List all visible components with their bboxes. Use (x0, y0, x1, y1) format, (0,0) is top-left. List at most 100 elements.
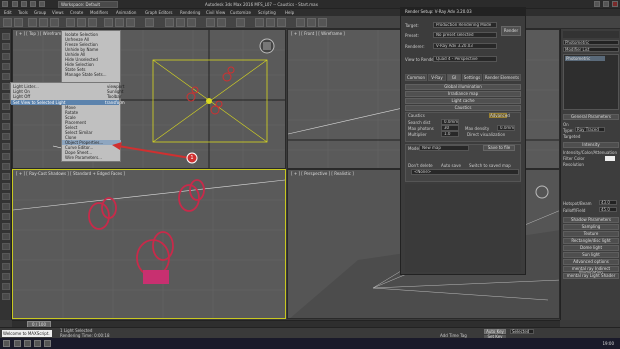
render-icon[interactable] (318, 18, 327, 27)
key-mode-dropdown[interactable]: Selected (510, 329, 534, 334)
tool-icon-18[interactable] (2, 203, 10, 210)
taskbar-app-icon-4[interactable] (44, 340, 51, 347)
dont-delete-checkbox[interactable]: Don't delete (408, 163, 433, 168)
target-dropdown[interactable]: Production Rendering Mode (433, 22, 497, 28)
max-density-input[interactable]: 0.0mm (497, 125, 515, 131)
taskbar-app-icon-1[interactable] (14, 340, 21, 347)
command-tabs[interactable] (563, 31, 619, 38)
modifier-stack[interactable] (563, 54, 619, 110)
rollout-shadow[interactable]: Shadow Parameters (563, 217, 619, 223)
menu-civil-view[interactable]: Civil View (206, 9, 225, 16)
new-icon[interactable] (12, 1, 18, 7)
tool-icon-7[interactable] (2, 93, 10, 100)
tool-icon-14[interactable] (2, 163, 10, 170)
tool-icon-13[interactable] (2, 153, 10, 160)
curve-editor-icon[interactable] (255, 18, 264, 27)
modifier-list-dropdown[interactable]: Modifier List (563, 47, 619, 52)
modifier-stack-item[interactable]: Photometric (565, 56, 605, 61)
select-by-name-icon[interactable] (77, 18, 86, 27)
select-icon[interactable] (66, 18, 75, 27)
advanced-button[interactable]: Advanced (489, 113, 510, 118)
rollout-mr-indirect[interactable]: mental ray Indirect Illumination (563, 266, 619, 275)
mode-dropdown[interactable]: New map (419, 145, 469, 151)
viewport-left-label[interactable]: [ + ] [ Ray-Cast Shadows ] [ Standard + … (16, 170, 125, 177)
scale-icon[interactable] (126, 18, 135, 27)
viewport-left[interactable]: [ + ] [ Ray-Cast Shadows ] [ Standard + … (12, 169, 286, 319)
angle-snap-icon[interactable] (176, 18, 185, 27)
rollout-dome-light[interactable]: Dome light (563, 245, 619, 251)
tool-icon-27[interactable] (2, 293, 10, 300)
tool-icon-17[interactable] (2, 193, 10, 200)
render-setup-icon[interactable] (296, 18, 305, 27)
taskbar-app-icon-3[interactable] (34, 340, 41, 347)
minimize-icon[interactable] (594, 1, 600, 7)
link-icon[interactable] (28, 18, 37, 27)
type-dropdown[interactable]: Ray Traced (575, 127, 605, 132)
menu-customize[interactable]: Customize (230, 9, 251, 16)
taskbar-app-icon-2[interactable] (24, 340, 31, 347)
tool-icon-12[interactable] (2, 143, 10, 150)
intensity-rollout[interactable]: Intensity (563, 142, 619, 148)
viewport-front-label[interactable]: [ + ] [ Front ] [ Wireframe ] (291, 30, 345, 37)
rollout-advanced-options[interactable]: Advanced options (563, 259, 619, 265)
tool-icon-25[interactable] (2, 273, 10, 280)
tool-icon-15[interactable] (2, 173, 10, 180)
targeted-checkbox[interactable]: Targeted (563, 134, 580, 139)
move-icon[interactable] (104, 18, 113, 27)
tool-icon-20[interactable] (2, 223, 10, 230)
menu-scripting[interactable]: Scripting (258, 9, 276, 16)
menu-edit[interactable]: Edit (4, 9, 12, 16)
menu-group[interactable]: Group (34, 9, 46, 16)
switch-saved-checkbox[interactable]: Switch to saved map (469, 163, 511, 168)
object-name-field[interactable]: Photometric (563, 40, 619, 45)
rollout-sun-light[interactable]: Sun light (563, 252, 619, 258)
tool-icon-16[interactable] (2, 183, 10, 190)
tool-icon-5[interactable] (2, 73, 10, 80)
menu-graph-editors[interactable]: Graph Editors (145, 9, 172, 16)
pivot-icon[interactable] (145, 18, 154, 27)
tab-render-elements[interactable]: Render Elements (483, 74, 521, 81)
tool-icon-8[interactable] (2, 103, 10, 110)
menu-animation[interactable]: Animation (116, 9, 136, 16)
redo-icon[interactable] (14, 18, 23, 27)
menu-views[interactable]: Views (52, 9, 64, 16)
map-file-field[interactable]: <None> (411, 169, 519, 175)
material-editor-icon[interactable] (277, 18, 286, 27)
tool-icon-9[interactable] (2, 113, 10, 120)
tool-icon-26[interactable] (2, 283, 10, 290)
tool-icon-1[interactable] (2, 33, 10, 40)
rollout-rectangle-light[interactable]: Rectangle/disc light (563, 238, 619, 244)
percent-snap-icon[interactable] (187, 18, 196, 27)
unlink-icon[interactable] (39, 18, 48, 27)
undo-icon[interactable] (3, 18, 12, 27)
time-slider[interactable]: 0 / 100 (12, 320, 560, 328)
submenu-light-off[interactable]: Light Off (13, 94, 30, 99)
menu-item-wire-parameters[interactable]: Wire Parameters... (65, 155, 102, 160)
tab-gi[interactable]: GI (447, 74, 461, 81)
bind-icon[interactable] (50, 18, 59, 27)
tool-icon-24[interactable] (2, 263, 10, 270)
rollout-gi[interactable]: Global illumination (405, 84, 521, 90)
menu-tools[interactable]: Tools (18, 9, 28, 16)
renderer-dropdown[interactable]: V-Ray Adv 3.20.03 (433, 43, 497, 49)
menu-item-manage-state-sets[interactable]: Manage State Sets... (65, 72, 107, 77)
mirror-icon[interactable] (206, 18, 215, 27)
tab-vray[interactable]: V-Ray (428, 74, 446, 81)
caustics-checkbox[interactable]: Caustics (408, 113, 425, 118)
dialog-title[interactable]: Render Setup: V-Ray Adv 3.20.03 (401, 8, 525, 16)
rotate-icon[interactable] (115, 18, 124, 27)
close-icon[interactable] (612, 1, 618, 7)
rollout-texture[interactable]: Texture (563, 231, 619, 237)
save-to-file-button[interactable]: Save to file (483, 145, 515, 151)
start-icon[interactable] (3, 340, 10, 347)
tool-icon-22[interactable] (2, 243, 10, 250)
layer-icon[interactable] (236, 18, 245, 27)
maximize-icon[interactable] (603, 1, 609, 7)
tool-icon-10[interactable] (2, 123, 10, 130)
tool-icon-3[interactable] (2, 53, 10, 60)
tool-icon-6[interactable] (2, 83, 10, 90)
viewport-top-label[interactable]: [ + ] [ Top ] [ Wireframe ] (16, 30, 67, 37)
menu-rendering[interactable]: Rendering (180, 9, 200, 16)
region-icon[interactable] (88, 18, 97, 27)
render-button[interactable]: Render (501, 26, 521, 36)
